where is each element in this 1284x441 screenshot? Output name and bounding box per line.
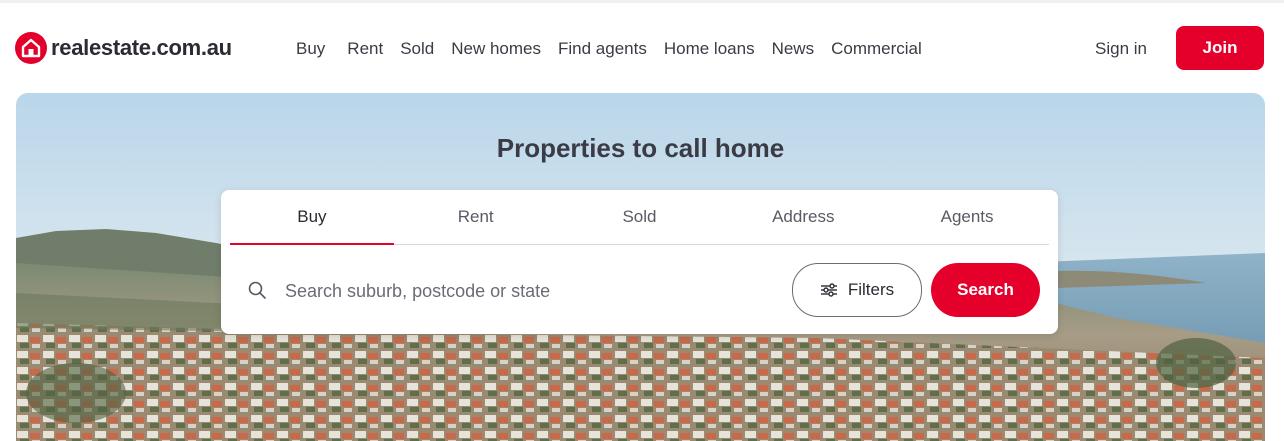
nav-news[interactable]: News — [772, 39, 815, 59]
nav-commercial[interactable]: Commercial — [831, 39, 922, 59]
filters-sliders-icon — [820, 283, 837, 297]
nav-new-homes[interactable]: New homes — [451, 39, 541, 59]
hero-title: Properties to call home — [496, 133, 785, 163]
nav-find-agents[interactable]: Find agents — [558, 39, 647, 59]
logo-wordmark: realestate.com.au — [51, 35, 232, 60]
search-tabs: Buy Rent Sold Address Agents — [230, 190, 1049, 245]
filters-button[interactable]: Filters — [792, 263, 922, 317]
search-panel: Buy Rent Sold Address Agents Filters Sea… — [221, 190, 1058, 334]
tab-buy[interactable]: Buy — [230, 190, 394, 245]
house-logo-icon — [15, 32, 47, 64]
sign-in-link[interactable]: Sign in — [1095, 39, 1147, 59]
tab-rent[interactable]: Rent — [394, 190, 558, 244]
nav-buy[interactable]: Buy — [296, 39, 325, 59]
site-header: realestate.com.au Buy Rent Sold New home… — [0, 3, 1284, 93]
filters-label: Filters — [847, 280, 895, 299]
main-nav: Buy Rent Sold New homes Find agents Home… — [288, 39, 939, 59]
search-button[interactable]: Search — [931, 263, 1040, 317]
search-input[interactable] — [283, 274, 767, 308]
tab-sold[interactable]: Sold — [558, 190, 722, 244]
nav-sold[interactable]: Sold — [400, 39, 434, 59]
nav-rent[interactable]: Rent — [347, 39, 383, 59]
search-icon — [248, 281, 266, 299]
nav-home-loans[interactable]: Home loans — [664, 39, 755, 59]
site-logo[interactable]: realestate.com.au — [15, 32, 232, 64]
join-button[interactable]: Join — [1176, 26, 1264, 70]
tab-agents[interactable]: Agents — [885, 190, 1049, 244]
tab-address[interactable]: Address — [721, 190, 885, 244]
